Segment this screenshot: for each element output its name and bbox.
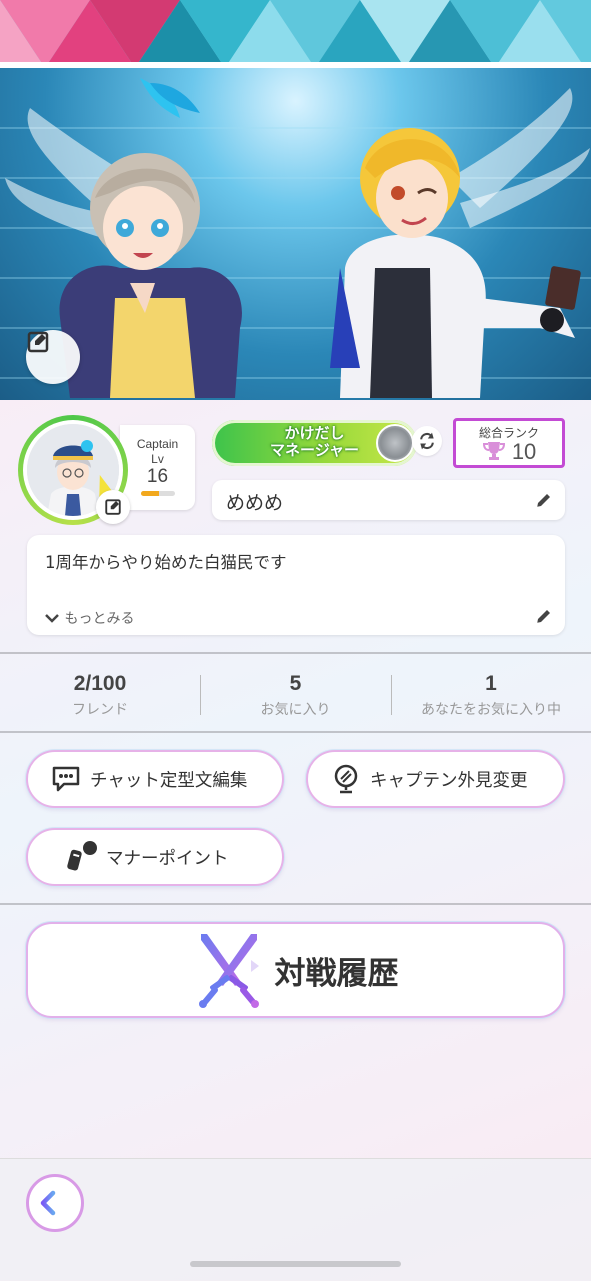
arrow-left-icon <box>40 1190 70 1216</box>
battle-history-button[interactable]: 対戦履歴 <box>26 922 565 1018</box>
stat-favorites[interactable]: 5 お気に入り <box>200 660 391 719</box>
chat-templates-label: チャット定型文編集 <box>90 770 248 791</box>
stat-value: 2/100 <box>73 672 127 695</box>
level-progress-fill <box>140 491 160 496</box>
divider <box>0 731 591 733</box>
rank-row: 10 <box>456 439 562 465</box>
captain-appearance-label: キャプテン外見変更 <box>370 770 528 791</box>
stats-row: 2/100 フレンド 5 お気に入り 1 あなたをお気に入り中 <box>0 660 591 730</box>
show-more-label: もっとみる <box>64 611 135 627</box>
chat-bubble-icon <box>48 761 84 797</box>
back-button[interactable] <box>26 1174 84 1232</box>
captain-name: めめめ <box>226 492 284 514</box>
stat-label: あなたをお気に入り中 <box>421 702 561 718</box>
overall-rank-box: 総合ランク 10 <box>453 418 565 468</box>
captain-level-card: Captain Lv 16 <box>120 425 195 510</box>
stat-value: 1 <box>485 672 497 695</box>
stat-favorited-by[interactable]: 1 あなたをお気に入り中 <box>391 660 591 719</box>
captain-name-field[interactable]: めめめ <box>212 480 565 520</box>
level-value: 16 <box>146 466 169 487</box>
show-more-toggle[interactable]: もっとみる <box>44 608 134 628</box>
manner-points-button[interactable]: マナーポイント <box>26 828 284 886</box>
chevron-down-icon <box>45 614 59 623</box>
captain-appearance-button[interactable]: キャプテン外見変更 <box>306 750 565 808</box>
edit-icon <box>27 331 49 353</box>
banner-edit-button[interactable] <box>26 330 80 384</box>
manner-points-label: マナーポイント <box>106 848 229 869</box>
crossed-swords-icon <box>198 934 259 1008</box>
refresh-icon <box>420 432 434 450</box>
avatar-edit-button[interactable] <box>96 490 130 524</box>
level-progress-bar <box>140 491 175 496</box>
stat-label: フレンド <box>72 702 128 718</box>
divider <box>0 652 591 654</box>
stat-divider <box>200 675 201 715</box>
stat-value: 5 <box>289 672 302 695</box>
captain-label: Captain <box>136 437 179 451</box>
trophy-icon <box>482 442 505 460</box>
divider <box>0 903 591 905</box>
stat-friends[interactable]: 2/100 フレンド <box>0 660 200 719</box>
bio-text: 1周年からやり始めた白猫民です <box>45 553 287 572</box>
pencil-icon[interactable] <box>535 607 553 625</box>
top-decorative-band <box>0 0 591 68</box>
home-indicator <box>190 1261 401 1267</box>
level-label: Lv <box>151 452 164 466</box>
edit-icon <box>105 499 121 515</box>
mirror-icon <box>328 761 364 797</box>
stat-label: お気に入り <box>260 702 331 718</box>
title-medal-icon <box>376 424 414 462</box>
stat-divider <box>391 675 392 715</box>
rank-value: 10 <box>511 439 537 464</box>
manner-icon <box>64 839 100 875</box>
profile-banner <box>0 68 591 400</box>
title-change-button[interactable] <box>412 426 442 456</box>
pencil-icon[interactable] <box>535 491 553 509</box>
battle-history-label: 対戦履歴 <box>274 955 399 992</box>
chat-templates-button[interactable]: チャット定型文編集 <box>26 750 284 808</box>
